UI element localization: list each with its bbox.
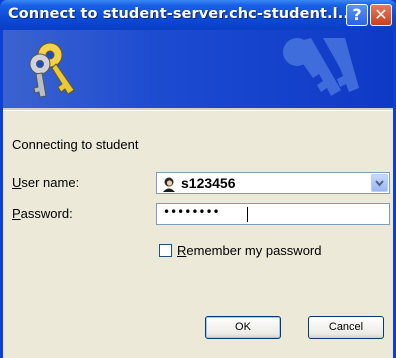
title-bar[interactable]: Connect to student-server.chc-student.l.… <box>0 0 396 30</box>
dialog-body: Connecting to student User name: s123456… <box>3 30 393 358</box>
username-label: User name: <box>12 175 80 190</box>
username-combobox[interactable]: s123456 <box>156 172 390 194</box>
text-caret <box>247 207 248 222</box>
banner-watermark-keys-icon <box>283 38 359 96</box>
close-button[interactable]: ✕ <box>370 4 392 26</box>
help-button[interactable]: ? <box>346 4 368 26</box>
connect-dialog-window: Connect to student-server.chc-student.l.… <box>0 0 396 358</box>
connecting-text: Connecting to student <box>12 137 139 152</box>
chevron-down-icon <box>375 180 384 187</box>
username-value: s123456 <box>181 175 236 191</box>
remember-password-label[interactable]: Remember my password <box>177 243 322 258</box>
keys-icon <box>29 42 75 98</box>
password-masked-value: •••••••• <box>163 205 220 219</box>
remember-password-checkbox[interactable] <box>159 244 172 257</box>
window-title: Connect to student-server.chc-student.l.… <box>8 6 355 22</box>
password-field[interactable]: •••••••• <box>156 203 390 225</box>
cancel-button[interactable]: Cancel <box>308 316 384 339</box>
user-icon <box>163 177 175 192</box>
banner-divider <box>3 108 393 111</box>
banner <box>3 30 393 108</box>
ok-button[interactable]: OK <box>205 316 281 339</box>
username-dropdown-button[interactable] <box>371 174 388 192</box>
password-label: Password: <box>12 206 73 221</box>
